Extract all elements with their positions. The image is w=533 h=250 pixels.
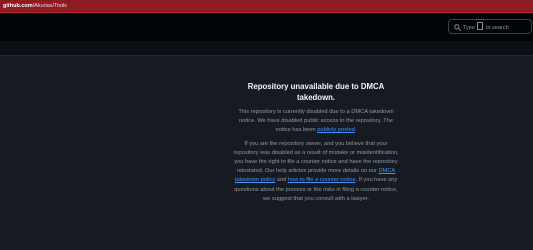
search-input[interactable]: Type to search bbox=[448, 19, 532, 34]
notice-paragraph-1-end: . bbox=[354, 127, 357, 134]
counter-notice-link[interactable]: how to file a counter notice bbox=[288, 177, 356, 183]
repository-subnav bbox=[0, 41, 533, 56]
url-path: /Akurias/Tools bbox=[32, 3, 67, 9]
dmca-notice: Repository unavailable due to DMCA taked… bbox=[232, 81, 400, 204]
notice-paragraph-1: This repository is currently disabled du… bbox=[232, 108, 400, 136]
slash-key-icon bbox=[477, 22, 484, 30]
notice-paragraph-2-text-2: and bbox=[275, 177, 288, 184]
search-icon bbox=[454, 23, 461, 31]
page: github.com/Akurias/Tools Type to search … bbox=[0, 0, 533, 250]
url-text[interactable]: github.com/Akurias/Tools bbox=[3, 1, 67, 11]
search-prefix: Type bbox=[463, 25, 475, 31]
browser-address-bar[interactable]: github.com/Akurias/Tools bbox=[0, 0, 533, 12]
search-placeholder: Type to search bbox=[463, 22, 509, 33]
notice-paragraph-1-text: This repository is currently disabled du… bbox=[238, 109, 394, 134]
search-suffix: to search bbox=[486, 25, 509, 31]
notice-title: Repository unavailable due to DMCA taked… bbox=[247, 82, 385, 102]
publicly-posted-link[interactable]: publicly posted bbox=[317, 127, 355, 133]
url-host: github.com bbox=[3, 3, 33, 9]
notice-paragraph-2: If you are the repository owner, and you… bbox=[232, 140, 400, 204]
notice-paragraph-2-text-1: If you are the repository owner, and you… bbox=[233, 140, 399, 175]
